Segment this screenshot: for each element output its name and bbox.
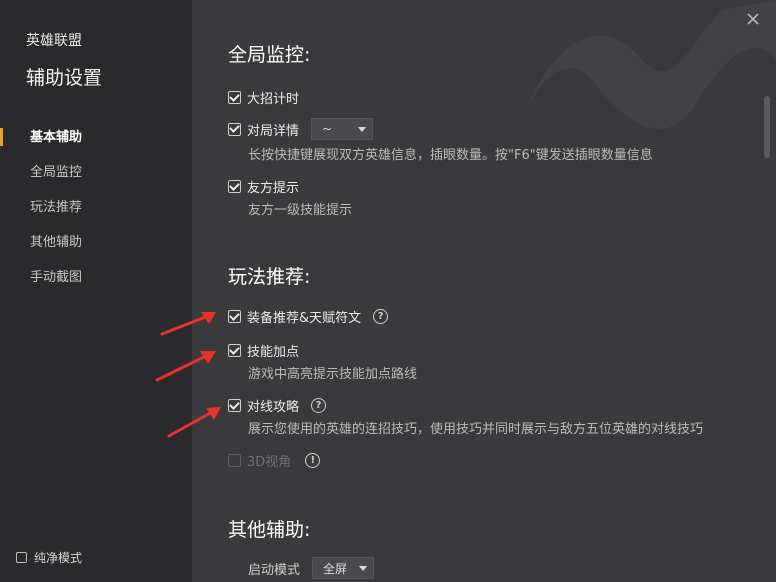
pure-mode-checkbox[interactable] (16, 552, 27, 563)
match-detail-label: 对局详情 (247, 123, 300, 139)
lane-guide-desc: 展示您使用的英雄的连招技巧，使用技巧并同时展示与敌方五位英雄的对线技巧 (248, 422, 704, 437)
option-equip-rune[interactable]: 装备推荐&天赋符文 ? (228, 307, 389, 326)
launch-mode-dropdown[interactable]: 全屏 (312, 557, 375, 579)
view-3d-label: 3D视角 (247, 455, 292, 470)
view-3d-checkbox (228, 454, 241, 467)
launch-mode-label: 启动模式 (248, 562, 301, 578)
sidebar-item-other-assist[interactable]: 其他辅助 (30, 233, 180, 253)
ult-timer-checkbox[interactable] (228, 91, 241, 104)
sidebar-item-global-monitor[interactable]: 全局监控 (30, 163, 180, 183)
help-icon[interactable]: ? (373, 309, 389, 324)
lane-guide-label: 对线攻略 (247, 400, 300, 415)
chevron-down-icon (358, 126, 367, 132)
pure-mode-label: 纯净模式 (34, 551, 83, 565)
info-icon[interactable]: ! (305, 453, 321, 468)
skill-points-checkbox[interactable] (228, 344, 241, 357)
match-detail-checkbox[interactable] (228, 122, 241, 136)
settings-panel: 全局监控: 大招计时 对局详情 ~ 长按快捷键展现双方英雄信息，插眼数量。按"F… (192, 0, 776, 582)
section-title-other: 其他辅助: (228, 519, 311, 541)
ally-hint-label: 友方提示 (247, 181, 300, 196)
pure-mode-toggle[interactable]: 纯净模式 (16, 549, 82, 566)
page-title: 辅助设置 (26, 67, 103, 89)
ally-hint-checkbox[interactable] (228, 180, 241, 193)
equip-rune-label: 装备推荐&天赋符文 (247, 311, 362, 326)
option-launch-mode[interactable]: 启动模式 全屏 (248, 557, 375, 579)
active-nav-marker (0, 128, 3, 146)
chevron-down-icon (359, 565, 368, 571)
ult-timer-label: 大招计时 (247, 92, 300, 107)
skill-points-label: 技能加点 (247, 345, 300, 360)
annotation-arrow-icon (167, 407, 221, 438)
scrollbar-thumb[interactable] (764, 96, 770, 158)
launch-mode-dropdown-value: 全屏 (323, 561, 348, 576)
sidebar-item-gameplay[interactable]: 玩法推荐 (30, 198, 180, 218)
hotkey-dropdown[interactable]: ~ (311, 118, 374, 140)
match-detail-desc: 长按快捷键展现双方英雄信息，插眼数量。按"F6"键发送插眼数量信息 (248, 148, 653, 163)
app-name: 英雄联盟 (26, 33, 82, 49)
section-title-gameplay: 玩法推荐: (228, 266, 311, 288)
section-title-global-monitor: 全局监控: (228, 44, 311, 66)
annotation-arrow-icon (155, 351, 216, 382)
option-lane-guide[interactable]: 对线攻略 ? (228, 396, 327, 415)
option-ult-timer[interactable]: 大招计时 (228, 88, 299, 107)
help-icon[interactable]: ? (311, 398, 327, 413)
equip-rune-checkbox[interactable] (228, 310, 241, 323)
sidebar-item-screenshot[interactable]: 手动截图 (30, 268, 180, 288)
option-skill-points[interactable]: 技能加点 (228, 341, 299, 360)
sidebar-item-basic-assist[interactable]: 基本辅助 (30, 128, 180, 148)
lane-guide-checkbox[interactable] (228, 399, 241, 412)
sidebar: 英雄联盟 辅助设置 基本辅助 全局监控 玩法推荐 其他辅助 手动截图 纯净模式 (0, 0, 192, 582)
hotkey-dropdown-value: ~ (322, 122, 333, 136)
close-icon[interactable] (744, 10, 762, 28)
option-match-detail[interactable]: 对局详情 ~ (228, 118, 374, 140)
option-ally-hint[interactable]: 友方提示 (228, 177, 299, 196)
skill-points-desc: 游戏中高亮提示技能加点路线 (248, 367, 418, 382)
annotation-arrow-icon (160, 312, 216, 336)
option-3d-view: 3D视角 ! (228, 451, 321, 470)
ally-hint-desc: 友方一级技能提示 (248, 203, 353, 218)
